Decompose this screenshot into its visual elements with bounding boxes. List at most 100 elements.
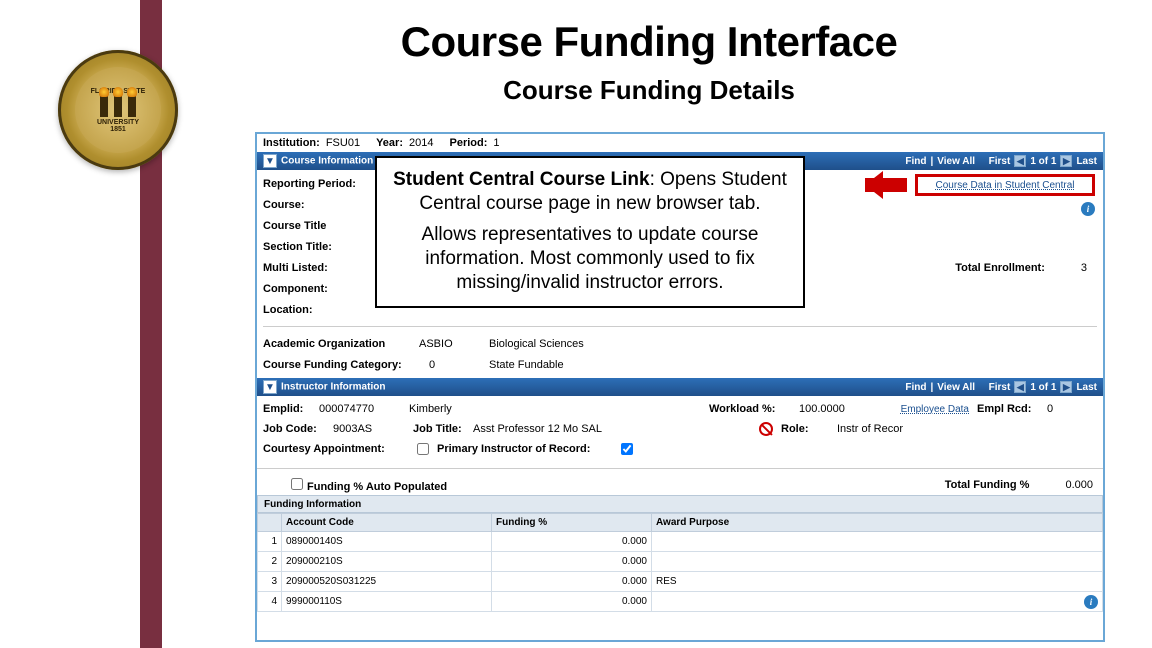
instructor-name: Kimberly bbox=[409, 403, 452, 415]
course-funding-panel: Institution:FSU01 Year:2014 Period:1 ▼Co… bbox=[255, 132, 1105, 642]
table-row: 3 209000520S031225 0.000 RES bbox=[258, 572, 1103, 592]
emplid-value: 000074770 bbox=[319, 403, 374, 415]
row-num: 3 bbox=[258, 572, 282, 592]
instructor-info-title: Instructor Information bbox=[281, 382, 385, 393]
funding-category-code: 0 bbox=[429, 359, 489, 371]
find-link[interactable]: Find bbox=[905, 156, 926, 167]
academic-org-name: Biological Sciences bbox=[489, 338, 584, 350]
student-central-highlight: Course Data in Student Central bbox=[915, 174, 1095, 196]
total-funding-label: Total Funding % bbox=[945, 479, 1030, 491]
row-num: 4 bbox=[258, 592, 282, 612]
last-text: Last bbox=[1076, 156, 1097, 167]
job-title-label: Job Title: bbox=[413, 423, 462, 435]
award-cell: RES bbox=[652, 572, 1103, 592]
info-icon[interactable]: i bbox=[1084, 595, 1098, 609]
page-indicator: 1 of 1 bbox=[1030, 156, 1056, 167]
courtesy-label: Courtesy Appointment: bbox=[263, 443, 385, 455]
funding-category-label: Course Funding Category: bbox=[263, 359, 423, 371]
account-cell: 089000140S bbox=[282, 532, 492, 552]
seal-year: 1851 bbox=[110, 126, 126, 133]
primary-instructor-label: Primary Instructor of Record: bbox=[437, 443, 590, 455]
total-enrollment-label: Total Enrollment: bbox=[955, 262, 1045, 274]
row-num: 2 bbox=[258, 552, 282, 572]
account-cell: 209000520S031225 bbox=[282, 572, 492, 592]
workload-value: 100.0000 bbox=[799, 403, 845, 415]
last-text: Last bbox=[1076, 382, 1097, 393]
callout-title: Student Central Course Link bbox=[393, 169, 650, 190]
instructor-information-bar: ▼Instructor Information Find | View All … bbox=[257, 378, 1103, 396]
auto-populated-checkbox[interactable] bbox=[291, 478, 303, 490]
role-label: Role: bbox=[781, 423, 809, 435]
collapse-icon[interactable]: ▼ bbox=[263, 154, 277, 168]
course-info-title: Course Information bbox=[281, 156, 373, 167]
pct-cell: 0.000 bbox=[492, 552, 652, 572]
funding-pct-header: Funding % bbox=[492, 514, 652, 532]
callout-para2: Allows representatives to update course … bbox=[391, 223, 789, 296]
academic-org-code: ASBIO bbox=[419, 338, 489, 350]
institution-label: Institution: bbox=[263, 137, 320, 149]
account-header: Account Code bbox=[282, 514, 492, 532]
page-subtitle: Course Funding Details bbox=[166, 75, 1132, 106]
prohibit-icon bbox=[759, 422, 773, 436]
award-cell bbox=[652, 532, 1103, 552]
empl-rcd-value: 0 bbox=[1047, 403, 1053, 415]
student-central-link[interactable]: Course Data in Student Central bbox=[936, 180, 1075, 191]
period-value: 1 bbox=[493, 137, 499, 149]
page-title: Course Funding Interface bbox=[166, 18, 1132, 66]
table-row: 4 999000110S 0.000 i bbox=[258, 592, 1103, 612]
next-icon[interactable]: ▶ bbox=[1060, 381, 1072, 393]
seal-bottom-text: UNIVERSITY bbox=[97, 119, 139, 126]
first-text: First bbox=[989, 156, 1011, 167]
callout-box: Student Central Course Link: Opens Stude… bbox=[375, 156, 805, 308]
torch-icon bbox=[100, 95, 108, 117]
page-indicator: 1 of 1 bbox=[1030, 382, 1056, 393]
fsu-seal: FLORIDA STATE UNIVERSITY 1851 bbox=[58, 50, 178, 170]
total-funding-value: 0.000 bbox=[1065, 479, 1093, 491]
empl-rcd-label: Empl Rcd: bbox=[977, 403, 1031, 415]
table-row: 1 089000140S 0.000 bbox=[258, 532, 1103, 552]
pct-cell: 0.000 bbox=[492, 592, 652, 612]
employee-data-link[interactable]: Employee Data bbox=[901, 404, 969, 415]
total-enrollment-value: 3 bbox=[1081, 262, 1087, 274]
pct-cell: 0.000 bbox=[492, 572, 652, 592]
pct-cell: 0.000 bbox=[492, 532, 652, 552]
info-icon-right: i bbox=[1081, 202, 1095, 216]
funding-table: Account Code Funding % Award Purpose 1 0… bbox=[257, 513, 1103, 612]
find-link[interactable]: Find bbox=[905, 382, 926, 393]
prev-icon[interactable]: ◀ bbox=[1014, 155, 1026, 167]
primary-instructor-checkbox[interactable] bbox=[621, 443, 633, 455]
institution-value: FSU01 bbox=[326, 137, 360, 149]
award-cell bbox=[652, 552, 1103, 572]
torch-icon bbox=[114, 95, 122, 117]
job-code-label: Job Code: bbox=[263, 423, 317, 435]
year-value: 2014 bbox=[409, 137, 433, 149]
view-all-text: View All bbox=[937, 156, 975, 167]
first-text: First bbox=[989, 382, 1011, 393]
job-title-value: Asst Professor 12 Mo SAL bbox=[473, 423, 602, 435]
arrow-icon bbox=[865, 178, 907, 192]
prev-icon[interactable]: ◀ bbox=[1014, 381, 1026, 393]
view-all-text: View All bbox=[937, 382, 975, 393]
auto-populated-label: Funding % Auto Populated bbox=[307, 481, 447, 493]
year-label: Year: bbox=[376, 137, 403, 149]
job-code-value: 9003AS bbox=[333, 423, 372, 435]
header-strip: Institution: FSU01 Year: 2014 Period: 1 bbox=[257, 134, 1103, 152]
row-num: 1 bbox=[258, 532, 282, 552]
account-cell: 209000210S bbox=[282, 552, 492, 572]
table-row: 2 209000210S 0.000 bbox=[258, 552, 1103, 572]
next-icon[interactable]: ▶ bbox=[1060, 155, 1072, 167]
emplid-label: Emplid: bbox=[263, 403, 303, 415]
funding-category-desc: State Fundable bbox=[489, 359, 564, 371]
award-purpose-header: Award Purpose bbox=[652, 514, 1103, 532]
courtesy-checkbox[interactable] bbox=[417, 443, 429, 455]
row-number-header bbox=[258, 514, 282, 532]
info-icon[interactable]: i bbox=[1081, 202, 1095, 216]
academic-org-label: Academic Organization bbox=[263, 338, 413, 350]
torch-icon bbox=[128, 95, 136, 117]
period-label: Period: bbox=[449, 137, 487, 149]
collapse-icon[interactable]: ▼ bbox=[263, 380, 277, 394]
funding-info-title: Funding Information bbox=[264, 499, 361, 510]
account-cell: 999000110S bbox=[282, 592, 492, 612]
workload-label: Workload %: bbox=[709, 403, 775, 415]
funding-information-bar: Funding Information bbox=[257, 495, 1103, 513]
